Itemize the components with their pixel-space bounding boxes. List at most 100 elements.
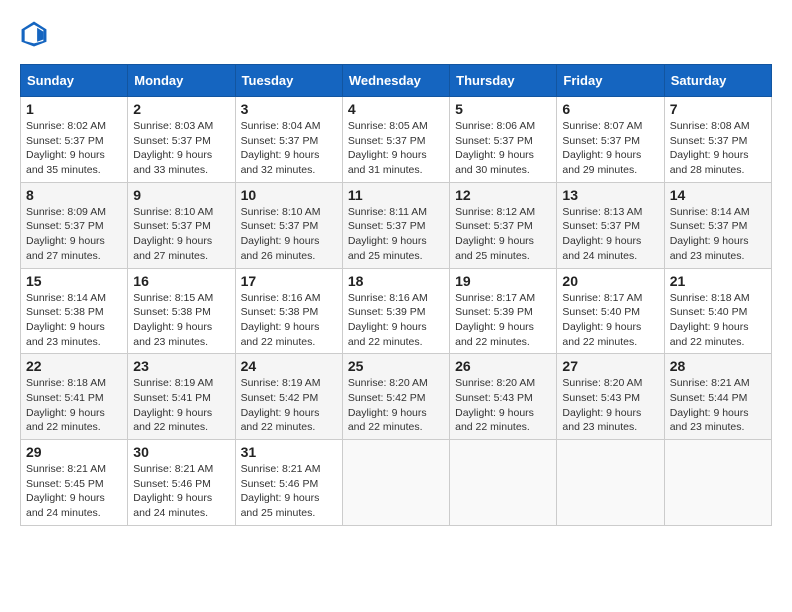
header-tuesday: Tuesday [235, 65, 342, 97]
day-number: 22 [26, 358, 122, 374]
calendar-day-cell: 9 Sunrise: 8:10 AM Sunset: 5:37 PM Dayli… [128, 182, 235, 268]
day-info: Sunrise: 8:21 AM Sunset: 5:46 PM Dayligh… [133, 462, 229, 521]
day-number: 19 [455, 273, 551, 289]
day-number: 29 [26, 444, 122, 460]
day-number: 21 [670, 273, 766, 289]
calendar-day-cell: 3 Sunrise: 8:04 AM Sunset: 5:37 PM Dayli… [235, 97, 342, 183]
calendar-day-cell: 7 Sunrise: 8:08 AM Sunset: 5:37 PM Dayli… [664, 97, 771, 183]
calendar-day-cell: 28 Sunrise: 8:21 AM Sunset: 5:44 PM Dayl… [664, 354, 771, 440]
calendar-day-cell: 30 Sunrise: 8:21 AM Sunset: 5:46 PM Dayl… [128, 440, 235, 526]
day-info: Sunrise: 8:06 AM Sunset: 5:37 PM Dayligh… [455, 119, 551, 178]
calendar-day-cell: 2 Sunrise: 8:03 AM Sunset: 5:37 PM Dayli… [128, 97, 235, 183]
header-saturday: Saturday [664, 65, 771, 97]
day-info: Sunrise: 8:16 AM Sunset: 5:39 PM Dayligh… [348, 291, 444, 350]
calendar-day-cell: 13 Sunrise: 8:13 AM Sunset: 5:37 PM Dayl… [557, 182, 664, 268]
day-number: 14 [670, 187, 766, 203]
day-number: 6 [562, 101, 658, 117]
page-header [20, 20, 772, 48]
day-info: Sunrise: 8:14 AM Sunset: 5:38 PM Dayligh… [26, 291, 122, 350]
day-number: 20 [562, 273, 658, 289]
calendar-day-cell: 27 Sunrise: 8:20 AM Sunset: 5:43 PM Dayl… [557, 354, 664, 440]
day-number: 11 [348, 187, 444, 203]
day-info: Sunrise: 8:19 AM Sunset: 5:41 PM Dayligh… [133, 376, 229, 435]
day-number: 2 [133, 101, 229, 117]
day-info: Sunrise: 8:13 AM Sunset: 5:37 PM Dayligh… [562, 205, 658, 264]
day-number: 18 [348, 273, 444, 289]
day-number: 15 [26, 273, 122, 289]
logo-icon [20, 20, 48, 48]
day-info: Sunrise: 8:14 AM Sunset: 5:37 PM Dayligh… [670, 205, 766, 264]
day-number: 8 [26, 187, 122, 203]
calendar-day-cell: 16 Sunrise: 8:15 AM Sunset: 5:38 PM Dayl… [128, 268, 235, 354]
day-info: Sunrise: 8:20 AM Sunset: 5:43 PM Dayligh… [562, 376, 658, 435]
calendar-day-cell: 8 Sunrise: 8:09 AM Sunset: 5:37 PM Dayli… [21, 182, 128, 268]
day-info: Sunrise: 8:02 AM Sunset: 5:37 PM Dayligh… [26, 119, 122, 178]
calendar-day-cell: 15 Sunrise: 8:14 AM Sunset: 5:38 PM Dayl… [21, 268, 128, 354]
day-info: Sunrise: 8:10 AM Sunset: 5:37 PM Dayligh… [241, 205, 337, 264]
calendar-day-cell: 31 Sunrise: 8:21 AM Sunset: 5:46 PM Dayl… [235, 440, 342, 526]
day-info: Sunrise: 8:21 AM Sunset: 5:45 PM Dayligh… [26, 462, 122, 521]
day-number: 25 [348, 358, 444, 374]
header-sunday: Sunday [21, 65, 128, 97]
calendar-day-cell: 11 Sunrise: 8:11 AM Sunset: 5:37 PM Dayl… [342, 182, 449, 268]
calendar-day-cell: 1 Sunrise: 8:02 AM Sunset: 5:37 PM Dayli… [21, 97, 128, 183]
day-info: Sunrise: 8:17 AM Sunset: 5:39 PM Dayligh… [455, 291, 551, 350]
logo [20, 20, 52, 48]
weekday-header-row: Sunday Monday Tuesday Wednesday Thursday… [21, 65, 772, 97]
day-number: 31 [241, 444, 337, 460]
calendar-day-cell: 26 Sunrise: 8:20 AM Sunset: 5:43 PM Dayl… [450, 354, 557, 440]
day-info: Sunrise: 8:20 AM Sunset: 5:43 PM Dayligh… [455, 376, 551, 435]
calendar-day-cell: 10 Sunrise: 8:10 AM Sunset: 5:37 PM Dayl… [235, 182, 342, 268]
day-number: 30 [133, 444, 229, 460]
day-number: 4 [348, 101, 444, 117]
day-number: 16 [133, 273, 229, 289]
day-number: 1 [26, 101, 122, 117]
header-thursday: Thursday [450, 65, 557, 97]
day-info: Sunrise: 8:03 AM Sunset: 5:37 PM Dayligh… [133, 119, 229, 178]
day-number: 10 [241, 187, 337, 203]
day-info: Sunrise: 8:19 AM Sunset: 5:42 PM Dayligh… [241, 376, 337, 435]
day-number: 7 [670, 101, 766, 117]
calendar-empty-cell [557, 440, 664, 526]
calendar-empty-cell [450, 440, 557, 526]
calendar-day-cell: 14 Sunrise: 8:14 AM Sunset: 5:37 PM Dayl… [664, 182, 771, 268]
calendar-day-cell: 4 Sunrise: 8:05 AM Sunset: 5:37 PM Dayli… [342, 97, 449, 183]
calendar-week-row: 15 Sunrise: 8:14 AM Sunset: 5:38 PM Dayl… [21, 268, 772, 354]
header-wednesday: Wednesday [342, 65, 449, 97]
day-info: Sunrise: 8:04 AM Sunset: 5:37 PM Dayligh… [241, 119, 337, 178]
day-number: 24 [241, 358, 337, 374]
day-info: Sunrise: 8:18 AM Sunset: 5:41 PM Dayligh… [26, 376, 122, 435]
day-info: Sunrise: 8:17 AM Sunset: 5:40 PM Dayligh… [562, 291, 658, 350]
calendar-day-cell: 21 Sunrise: 8:18 AM Sunset: 5:40 PM Dayl… [664, 268, 771, 354]
calendar-day-cell: 5 Sunrise: 8:06 AM Sunset: 5:37 PM Dayli… [450, 97, 557, 183]
day-info: Sunrise: 8:11 AM Sunset: 5:37 PM Dayligh… [348, 205, 444, 264]
calendar-empty-cell [342, 440, 449, 526]
calendar-day-cell: 18 Sunrise: 8:16 AM Sunset: 5:39 PM Dayl… [342, 268, 449, 354]
day-info: Sunrise: 8:07 AM Sunset: 5:37 PM Dayligh… [562, 119, 658, 178]
day-number: 23 [133, 358, 229, 374]
day-info: Sunrise: 8:15 AM Sunset: 5:38 PM Dayligh… [133, 291, 229, 350]
calendar-week-row: 22 Sunrise: 8:18 AM Sunset: 5:41 PM Dayl… [21, 354, 772, 440]
day-number: 17 [241, 273, 337, 289]
day-number: 9 [133, 187, 229, 203]
calendar-week-row: 8 Sunrise: 8:09 AM Sunset: 5:37 PM Dayli… [21, 182, 772, 268]
day-info: Sunrise: 8:20 AM Sunset: 5:42 PM Dayligh… [348, 376, 444, 435]
calendar-day-cell: 17 Sunrise: 8:16 AM Sunset: 5:38 PM Dayl… [235, 268, 342, 354]
day-number: 27 [562, 358, 658, 374]
calendar-day-cell: 29 Sunrise: 8:21 AM Sunset: 5:45 PM Dayl… [21, 440, 128, 526]
day-info: Sunrise: 8:21 AM Sunset: 5:44 PM Dayligh… [670, 376, 766, 435]
calendar-day-cell: 19 Sunrise: 8:17 AM Sunset: 5:39 PM Dayl… [450, 268, 557, 354]
header-friday: Friday [557, 65, 664, 97]
calendar-day-cell: 23 Sunrise: 8:19 AM Sunset: 5:41 PM Dayl… [128, 354, 235, 440]
calendar-day-cell: 25 Sunrise: 8:20 AM Sunset: 5:42 PM Dayl… [342, 354, 449, 440]
day-info: Sunrise: 8:16 AM Sunset: 5:38 PM Dayligh… [241, 291, 337, 350]
day-info: Sunrise: 8:08 AM Sunset: 5:37 PM Dayligh… [670, 119, 766, 178]
header-monday: Monday [128, 65, 235, 97]
day-number: 5 [455, 101, 551, 117]
calendar-day-cell: 12 Sunrise: 8:12 AM Sunset: 5:37 PM Dayl… [450, 182, 557, 268]
day-info: Sunrise: 8:09 AM Sunset: 5:37 PM Dayligh… [26, 205, 122, 264]
calendar-empty-cell [664, 440, 771, 526]
calendar-week-row: 1 Sunrise: 8:02 AM Sunset: 5:37 PM Dayli… [21, 97, 772, 183]
day-number: 3 [241, 101, 337, 117]
calendar-day-cell: 24 Sunrise: 8:19 AM Sunset: 5:42 PM Dayl… [235, 354, 342, 440]
